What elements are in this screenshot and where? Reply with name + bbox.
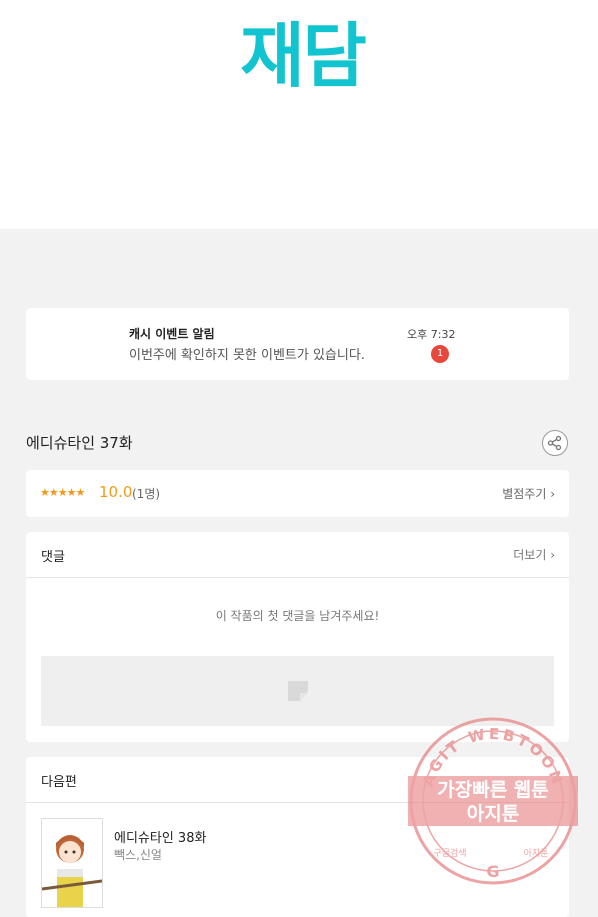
next-episode-authors: 빽스,신얼 bbox=[114, 848, 162, 862]
google-g-icon: G bbox=[486, 862, 499, 881]
notification-badge: 1 bbox=[431, 345, 449, 363]
rate-button[interactable]: 별점주기 › bbox=[502, 485, 555, 502]
next-episode-thumbnail[interactable] bbox=[41, 818, 103, 908]
character-thumbnail-image bbox=[42, 835, 102, 907]
rating-count: (1명) bbox=[132, 487, 161, 501]
comments-header: 댓글 bbox=[41, 550, 65, 565]
notification-time: 오후 7:32 bbox=[407, 328, 456, 341]
site-logo[interactable]: 재담 bbox=[215, 8, 390, 104]
watermark-bottom-left: 구글검색 bbox=[433, 847, 466, 859]
next-episode-title[interactable]: 에디슈타인 38화 bbox=[114, 827, 206, 846]
agit-webtoon-watermark-seal: AGIT WEBTOON 가장빠른 웹툰 아지툰 구글검색 아지툰 G bbox=[408, 717, 578, 885]
comments-more-link[interactable]: 더보기 › bbox=[513, 546, 555, 563]
rating-score: 10.0 bbox=[99, 483, 133, 501]
star-rating-icons: ★★★★★ bbox=[40, 486, 85, 499]
comments-empty-message: 이 작품의 첫 댓글을 남겨주세요! bbox=[215, 609, 380, 623]
notification-title: 캐시 이벤트 알림 bbox=[129, 327, 215, 341]
watermark-line1: 가장빠른 웹툰 bbox=[437, 779, 549, 801]
rating-card: ★★★★★ 10.0 (1명) 별점주기 › bbox=[26, 470, 569, 517]
notification-message: 이번주에 확인하지 못한 이벤트가 있습니다. bbox=[129, 348, 365, 363]
next-episode-header: 다음편 bbox=[41, 775, 77, 790]
watermark-line2: 아지툰 bbox=[467, 803, 519, 825]
share-icon bbox=[547, 435, 562, 451]
notification-card[interactable]: 캐시 이벤트 알림 이번주에 확인하지 못한 이벤트가 있습니다. 오후 7:3… bbox=[26, 308, 569, 380]
share-button[interactable] bbox=[542, 430, 568, 456]
divider bbox=[26, 577, 569, 578]
comments-section: 댓글 더보기 › 이 작품의 첫 댓글을 남겨주세요! bbox=[26, 532, 569, 742]
watermark-bottom-right: 아지툰 bbox=[524, 848, 549, 859]
image-placeholder-icon bbox=[288, 681, 308, 701]
episode-title: 에디슈타인 37화 bbox=[26, 434, 133, 452]
